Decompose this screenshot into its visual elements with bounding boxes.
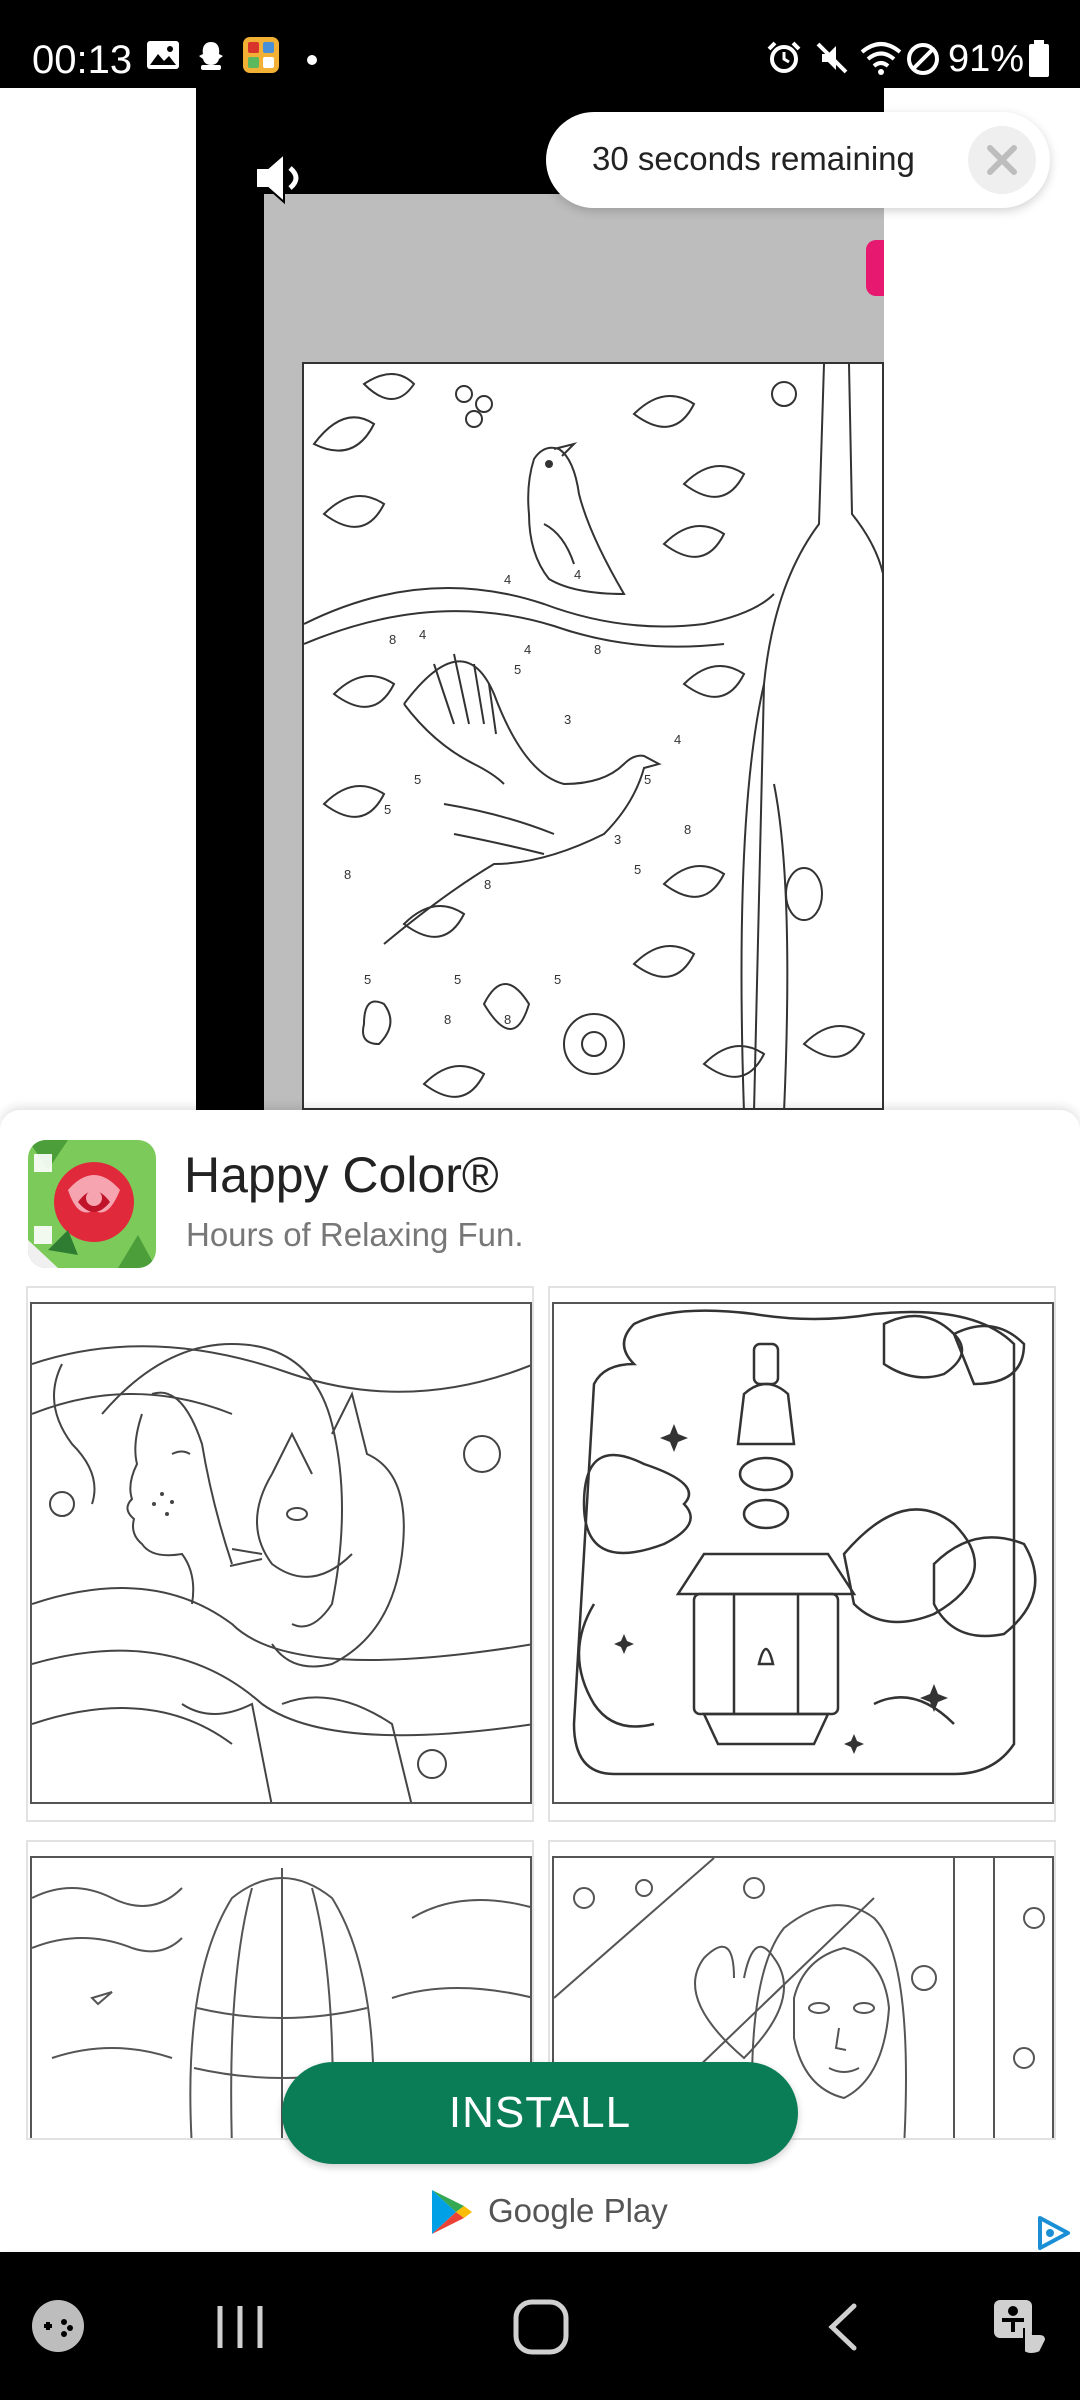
- adchoices-icon[interactable]: [1034, 2214, 1074, 2252]
- svg-text:3: 3: [614, 832, 621, 847]
- ad-logo-fragment: [866, 240, 884, 296]
- svg-text:8: 8: [594, 642, 601, 657]
- close-icon: [987, 145, 1017, 175]
- ad-timer-pill: 30 seconds remaining: [546, 112, 1050, 208]
- svg-text:5: 5: [384, 802, 391, 817]
- svg-text:5: 5: [514, 662, 521, 677]
- svg-text:4: 4: [419, 627, 426, 642]
- dot-icon: [307, 55, 317, 65]
- svg-text:8: 8: [444, 1012, 451, 1027]
- sample-image-girl-cat[interactable]: [26, 1286, 534, 1822]
- svg-text:8: 8: [504, 1012, 511, 1027]
- status-bar: 00:13 91%: [0, 0, 1080, 88]
- svg-text:5: 5: [554, 972, 561, 987]
- forest-birds-illustration: 44 84 48 53 45 85 53 58 85 55 88: [304, 364, 882, 1108]
- svg-text:4: 4: [524, 642, 531, 657]
- snapchat-icon: [199, 42, 223, 70]
- gallery-icon: [147, 41, 179, 69]
- home-icon[interactable]: [512, 2298, 570, 2356]
- svg-text:5: 5: [454, 972, 461, 987]
- speaker-muted-icon[interactable]: [250, 148, 314, 208]
- do-not-disturb-icon: [907, 43, 939, 75]
- svg-text:4: 4: [574, 567, 581, 582]
- svg-text:5: 5: [644, 772, 651, 787]
- svg-text:5: 5: [634, 862, 641, 877]
- svg-text:5: 5: [414, 772, 421, 787]
- alarm-icon: [767, 41, 801, 73]
- app-tagline: Hours of Relaxing Fun.: [186, 1216, 524, 1253]
- status-time: 00:13: [32, 38, 133, 82]
- mute-icon: [816, 42, 848, 74]
- google-play-badge[interactable]: Google Play: [430, 2188, 668, 2236]
- ad-timer-text: 30 seconds remaining: [592, 140, 915, 177]
- recents-icon[interactable]: [214, 2302, 266, 2352]
- happy-color-app-icon[interactable]: [28, 1140, 156, 1268]
- svg-text:3: 3: [564, 712, 571, 727]
- svg-text:8: 8: [484, 877, 491, 892]
- google-play-icon: [432, 2190, 472, 2234]
- svg-text:4: 4: [504, 572, 511, 587]
- back-icon[interactable]: [824, 2302, 860, 2352]
- svg-text:4: 4: [674, 732, 681, 747]
- battery-percent: 91%: [948, 38, 1025, 80]
- ad-close-button[interactable]: [968, 126, 1036, 194]
- install-button[interactable]: INSTALL: [282, 2062, 798, 2164]
- google-play-label: Google Play: [488, 2192, 668, 2229]
- accessibility-icon[interactable]: [990, 2296, 1050, 2358]
- lantern-butterflies-illustration: [572, 1309, 1037, 1776]
- svg-text:8: 8: [684, 822, 691, 837]
- game-app-icon: [243, 37, 279, 73]
- svg-text:8: 8: [344, 867, 351, 882]
- girl-with-cat-illustration: [32, 1342, 530, 1802]
- battery-icon: [1029, 40, 1049, 77]
- ad-coloring-page-preview[interactable]: 44 84 48 53 45 85 53 58 85 55 88: [302, 362, 884, 1110]
- wifi-icon: [860, 42, 902, 75]
- sample-image-lantern-butterflies[interactable]: [548, 1286, 1056, 1822]
- rose-icon: [28, 1140, 156, 1268]
- svg-text:5: 5: [364, 972, 371, 987]
- game-tools-icon[interactable]: [30, 2298, 86, 2354]
- navigation-bar: [0, 2252, 1080, 2400]
- screen: 00:13 91% 4 4 8 4 4 8 5 3 4 5 8 5 5 3 5 …: [0, 0, 1080, 2400]
- svg-text:8: 8: [389, 632, 396, 647]
- app-title: Happy Color®: [184, 1147, 499, 1203]
